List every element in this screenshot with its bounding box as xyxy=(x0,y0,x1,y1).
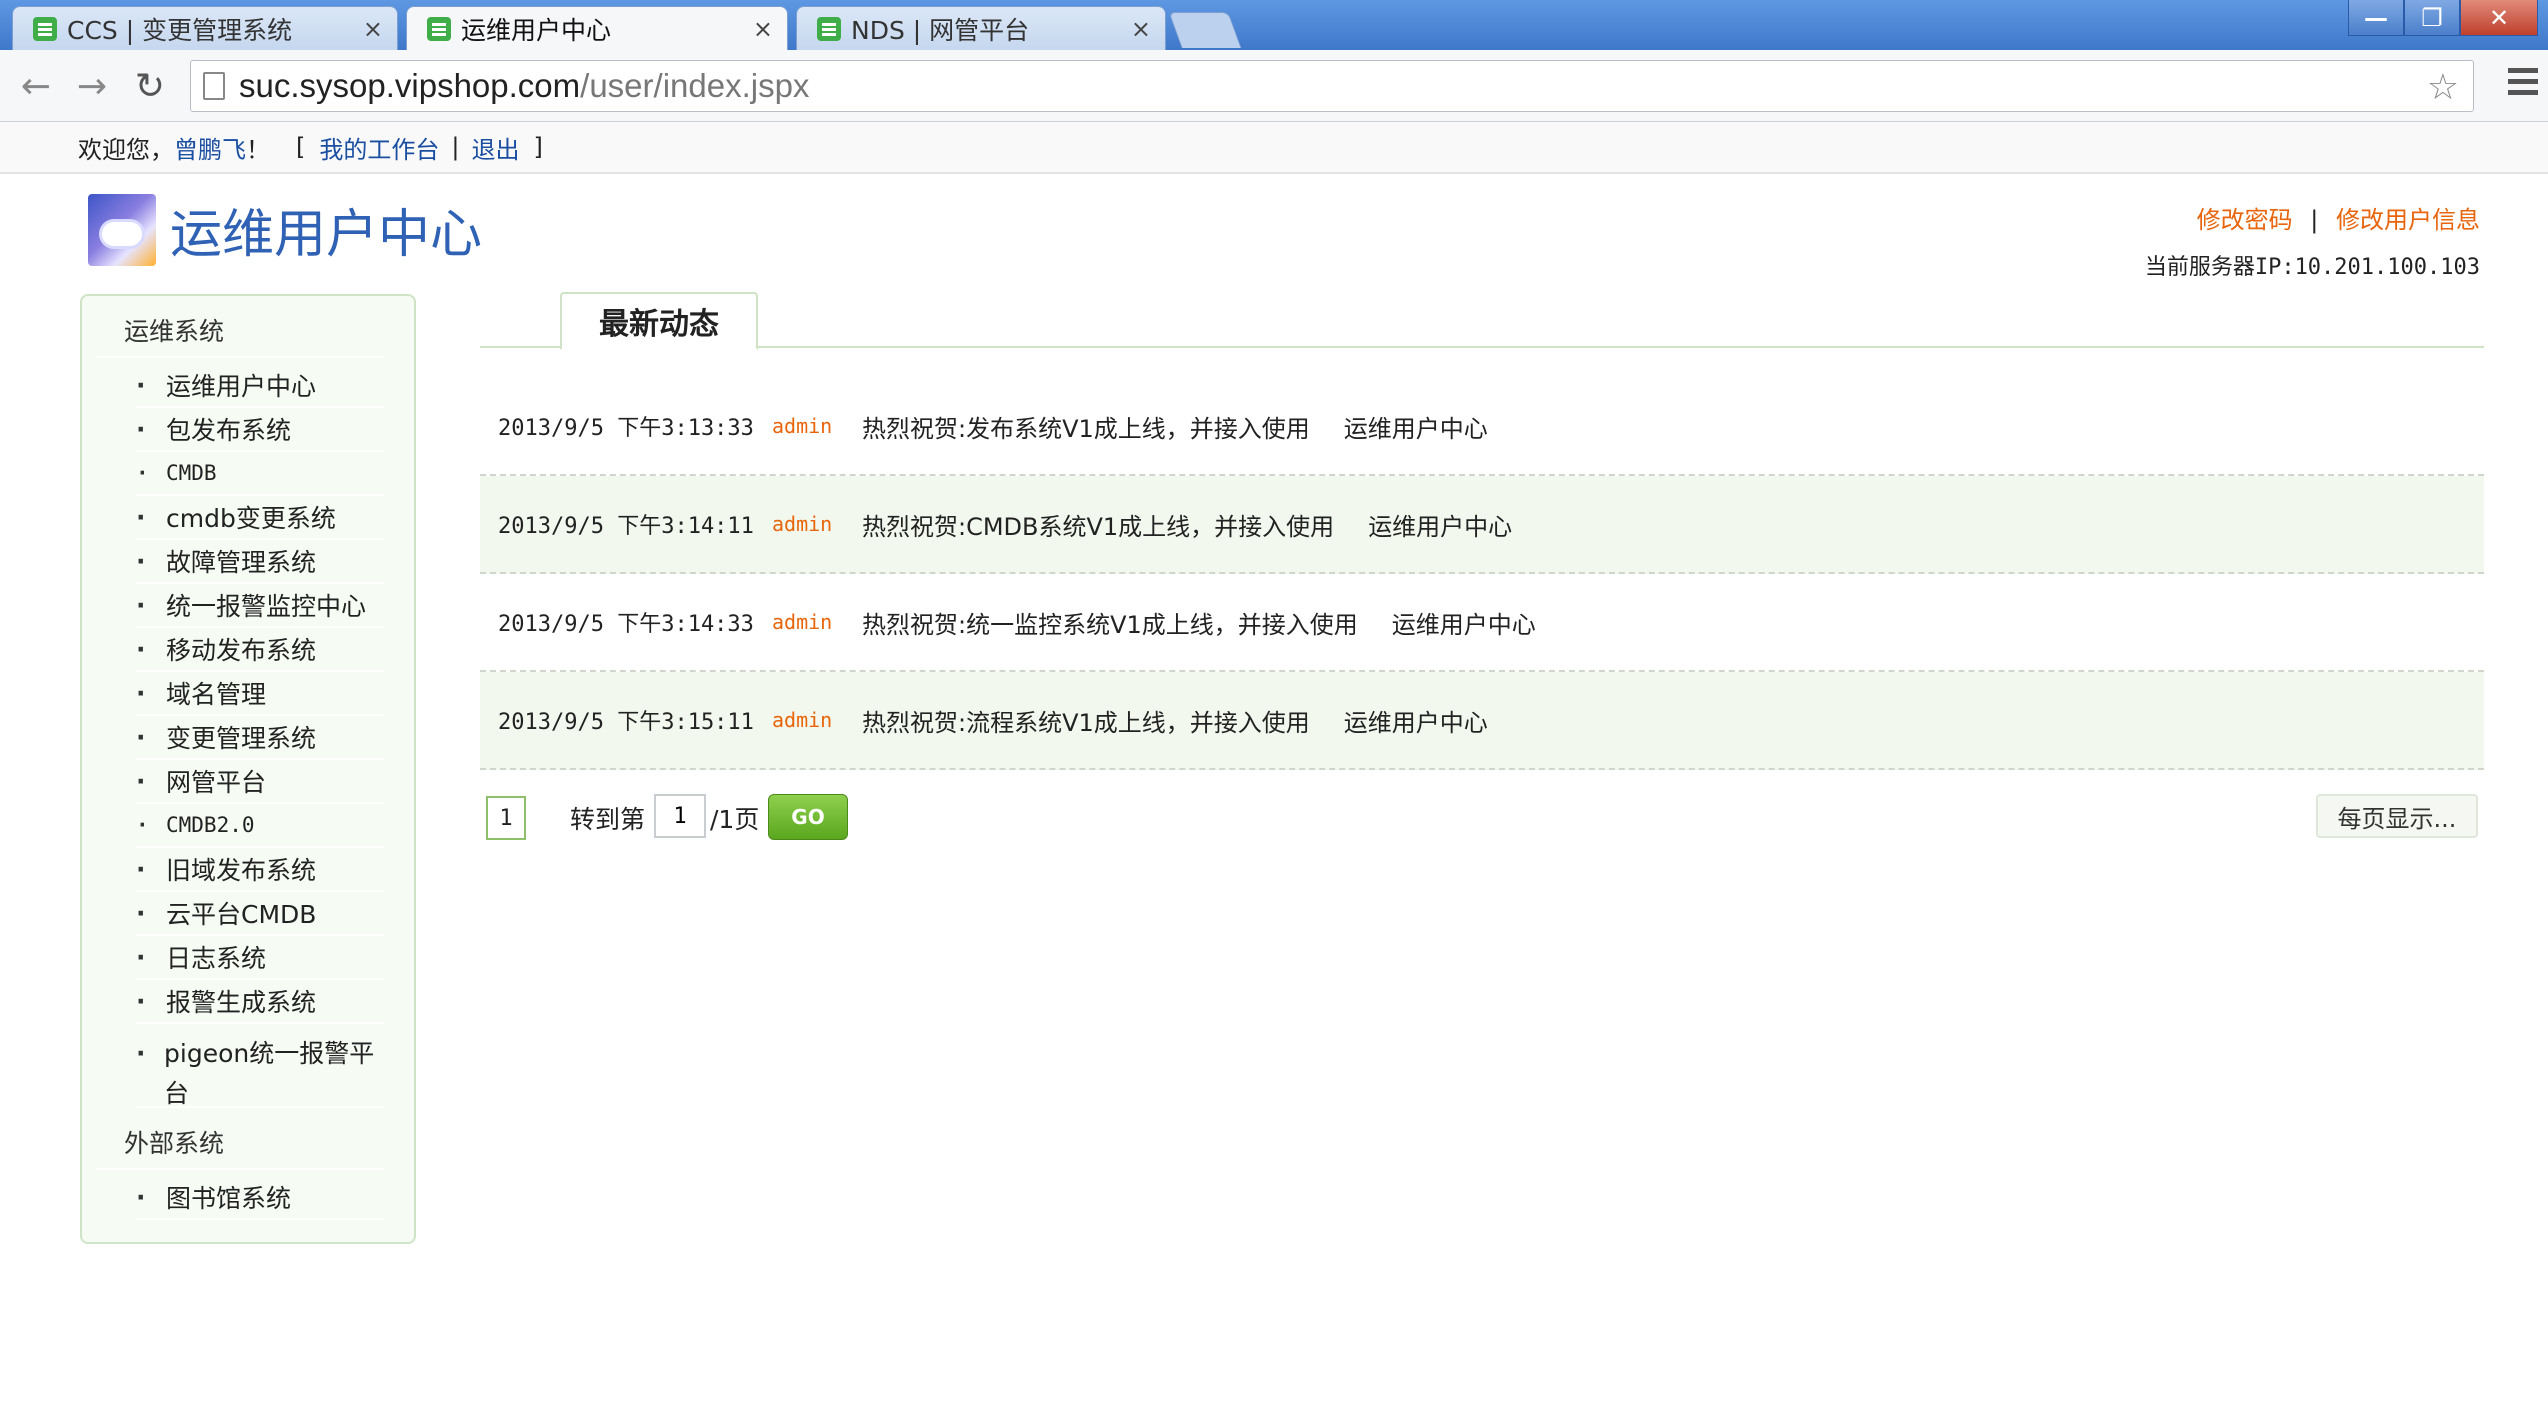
tab-close-icon[interactable]: × xyxy=(753,15,773,43)
restore-button[interactable]: ❐ xyxy=(2404,0,2460,36)
news-user: admin xyxy=(772,708,833,732)
news-list: 2013/9/5 下午3:13:33 admin 热烈祝贺:发布系统V1成上线，… xyxy=(480,378,2484,770)
page-icon xyxy=(203,72,225,100)
news-source: 运维用户中心 xyxy=(1343,708,1488,737)
sidebar-item-alert-center[interactable]: 统一报警监控中心 xyxy=(136,584,384,628)
news-source: 运维用户中心 xyxy=(1343,414,1488,443)
browser-tab-nds[interactable]: NDS | 网管平台 × xyxy=(796,6,1166,50)
news-time: 2013/9/5 下午3:13:33 xyxy=(498,416,754,441)
news-text[interactable]: 热烈祝贺:CMDB系统V1成上线，并接入使用 xyxy=(862,507,1334,542)
news-source: 运维用户中心 xyxy=(1368,512,1513,541)
address-bar[interactable]: suc.sysop.vipshop.com/user/index.jspx ☆ xyxy=(190,60,2474,112)
news-row: 2013/9/5 下午3:13:33 admin 热烈祝贺:发布系统V1成上线，… xyxy=(480,378,2484,476)
close-window-button[interactable]: ✕ xyxy=(2460,0,2538,36)
change-user-info-link[interactable]: 修改用户信息 xyxy=(2336,206,2480,234)
news-time: 2013/9/5 下午3:14:33 xyxy=(498,612,754,637)
forward-icon[interactable]: → xyxy=(70,64,114,108)
browser-titlebar: CCS | 变更管理系统 × 运维用户中心 × NDS | 网管平台 × — ❐… xyxy=(0,0,2548,51)
url-host: suc.sysop.vipshop.com xyxy=(239,67,581,104)
news-text[interactable]: 热烈祝贺:发布系统V1成上线，并接入使用 xyxy=(862,409,1310,444)
total-pages: /1页 xyxy=(710,805,760,834)
bookmark-star-icon[interactable]: ☆ xyxy=(2427,67,2459,108)
sidebar-list-external: 图书馆系统 xyxy=(96,1176,384,1220)
reload-icon[interactable]: ↻ xyxy=(128,64,172,108)
sidebar-item-old-release[interactable]: 旧域发布系统 xyxy=(136,848,384,892)
change-password-link[interactable]: 修改密码 xyxy=(2197,206,2293,234)
browser-tab-ccs[interactable]: CCS | 变更管理系统 × xyxy=(12,6,398,50)
site-logo[interactable]: 运维用户中心 xyxy=(88,192,482,267)
sidebar-item-network[interactable]: 网管平台 xyxy=(136,760,384,804)
divider: | xyxy=(2310,206,2319,234)
new-tab-button[interactable] xyxy=(1168,12,1242,48)
sidebar-item-alert-gen[interactable]: 报警生成系统 xyxy=(136,980,384,1024)
per-page-button[interactable]: 每页显示... xyxy=(2316,794,2478,838)
sidebar-list-ops: 运维用户中心 包发布系统 CMDB cmdb变更系统 故障管理系统 统一报警监控… xyxy=(96,364,384,1108)
goto-label: 转到第 xyxy=(570,805,646,834)
url-text[interactable]: suc.sysop.vipshop.com/user/index.jspx xyxy=(239,67,809,105)
cloud-logo-icon xyxy=(88,193,156,266)
news-user: admin xyxy=(772,414,833,438)
tab-label: NDS | 网管平台 xyxy=(851,15,1030,45)
tab-close-icon[interactable]: × xyxy=(363,15,383,43)
workbench-link[interactable]: 我的工作台 xyxy=(319,130,439,165)
url-path: /user/index.jspx xyxy=(580,67,810,104)
browser-tab-user-center[interactable]: 运维用户中心 × xyxy=(406,6,788,51)
sidebar-item-incident[interactable]: 故障管理系统 xyxy=(136,540,384,584)
sidebar-item-package-release[interactable]: 包发布系统 xyxy=(136,408,384,452)
sidebar-group-external: 外部系统 xyxy=(96,1122,384,1170)
logout-link[interactable]: 退出 xyxy=(471,130,519,165)
sidebar-group-ops: 运维系统 xyxy=(96,310,384,358)
sidebar-item-pigeon[interactable]: pigeon统一报警平台 xyxy=(136,1024,384,1108)
news-text[interactable]: 热烈祝贺:流程系统V1成上线，并接入使用 xyxy=(862,703,1310,738)
go-button[interactable]: GO xyxy=(768,794,848,840)
bracket-open: [ xyxy=(296,133,306,161)
news-source: 运维用户中心 xyxy=(1391,610,1536,639)
divider: | xyxy=(451,133,460,161)
sidebar-item-library[interactable]: 图书馆系统 xyxy=(136,1176,384,1220)
sidebar-item-mobile-release[interactable]: 移动发布系统 xyxy=(136,628,384,672)
tab-latest-news[interactable]: 最新动态 xyxy=(560,292,758,350)
content-tab-strip: 最新动态 xyxy=(480,292,2484,350)
sidebar-item-cloud-cmdb[interactable]: 云平台CMDB xyxy=(136,892,384,936)
page-favicon-icon xyxy=(427,17,451,41)
welcome-exclaim: ！ xyxy=(246,135,270,164)
account-links: 修改密码 | 修改用户信息 当前服务器IP:10.201.100.103 xyxy=(2145,200,2480,281)
news-text[interactable]: 热烈祝贺:统一监控系统V1成上线，并接入使用 xyxy=(862,605,1358,640)
sidebar-item-user-center[interactable]: 运维用户中心 xyxy=(136,364,384,408)
sidebar-item-change-mgmt[interactable]: 变更管理系统 xyxy=(136,716,384,760)
window-controls: — ❐ ✕ xyxy=(2348,0,2538,36)
sidebar-item-log[interactable]: 日志系统 xyxy=(136,936,384,980)
tab-label: CCS | 变更管理系统 xyxy=(67,15,293,45)
news-row: 2013/9/5 下午3:14:11 admin 热烈祝贺:CMDB系统V1成上… xyxy=(480,476,2484,574)
tab-close-icon[interactable]: × xyxy=(1131,15,1151,43)
tab-label: 运维用户中心 xyxy=(461,16,612,45)
bracket-close: ] xyxy=(533,133,543,161)
sidebar-item-cmdb-change[interactable]: cmdb变更系统 xyxy=(136,496,384,540)
username-link[interactable]: 曾鹏飞 xyxy=(174,130,246,165)
welcome-bar: 欢迎您， 曾鹏飞 ！ [ 我的工作台 | 退出 ] xyxy=(0,122,2548,174)
news-row: 2013/9/5 下午3:15:11 admin 热烈祝贺:流程系统V1成上线，… xyxy=(480,672,2484,770)
browser-toolbar: ← → ↻ suc.sysop.vipshop.com/user/index.j… xyxy=(0,50,2548,122)
news-row: 2013/9/5 下午3:14:33 admin 热烈祝贺:统一监控系统V1成上… xyxy=(480,574,2484,672)
news-user: admin xyxy=(772,512,833,536)
server-ip: 当前服务器IP:10.201.100.103 xyxy=(2144,255,2480,280)
back-icon[interactable]: ← xyxy=(14,64,58,108)
page-number-button[interactable]: 1 xyxy=(486,796,526,840)
page-favicon-icon xyxy=(817,16,841,41)
news-user: admin xyxy=(772,610,833,634)
browser-menu-icon[interactable] xyxy=(2508,68,2538,104)
minimize-button[interactable]: — xyxy=(2348,0,2404,36)
welcome-prefix: 欢迎您， xyxy=(78,135,174,164)
news-time: 2013/9/5 下午3:15:11 xyxy=(498,710,754,735)
pagination: 1 转到第 /1页 GO 每页显示... xyxy=(480,792,2484,844)
sidebar: 运维系统 运维用户中心 包发布系统 CMDB cmdb变更系统 故障管理系统 统… xyxy=(80,294,416,1244)
site-title: 运维用户中心 xyxy=(170,205,483,265)
sidebar-item-domain[interactable]: 域名管理 xyxy=(136,672,384,716)
goto-page-input[interactable] xyxy=(654,794,706,838)
page-favicon-icon xyxy=(33,16,57,41)
news-time: 2013/9/5 下午3:14:11 xyxy=(498,514,754,539)
sidebar-item-cmdb2[interactable]: CMDB2.0 xyxy=(136,804,384,848)
sidebar-item-cmdb[interactable]: CMDB xyxy=(136,452,384,496)
